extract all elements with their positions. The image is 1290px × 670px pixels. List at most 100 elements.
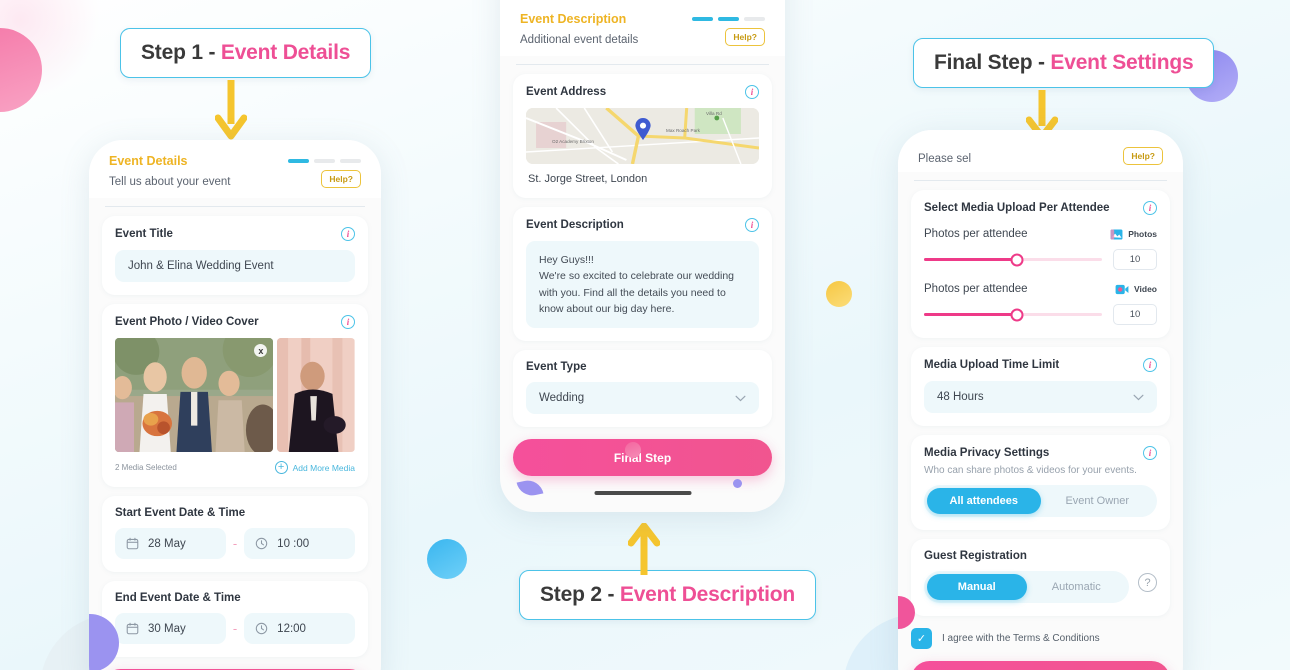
media-privacy-card: Media Privacy Settings i Who can share p… [911, 435, 1170, 530]
add-more-media-button[interactable]: + Add More Media [274, 461, 355, 474]
privacy-option-event-owner[interactable]: Event Owner [1041, 488, 1155, 514]
event-title-card: Event Title i John & Elina Wedding Event [102, 216, 368, 295]
start-date-input[interactable]: 28 May [115, 528, 226, 559]
media-privacy-label: Media Privacy Settings [924, 447, 1050, 459]
header-divider [914, 180, 1167, 181]
section-subtitle: Additional event details [520, 33, 639, 46]
terms-checkbox[interactable]: ✓ [911, 628, 932, 649]
photos-slider-knob[interactable] [1010, 253, 1024, 266]
clock-icon [255, 537, 268, 550]
time-limit-select[interactable]: 48 Hours [924, 381, 1157, 413]
event-description-label: Event Description [526, 219, 624, 231]
event-media-card: Event Photo / Video Cover i x 2 Media Se… [102, 304, 368, 487]
header-divider [105, 206, 365, 207]
create-event-button[interactable]: Create Event [911, 661, 1170, 670]
phone-mockup-step-1: Event Details Tell us about your event H… [89, 140, 381, 670]
media-thumbnail-primary[interactable]: x [115, 338, 274, 452]
info-icon[interactable]: i [745, 218, 759, 232]
photos-slider-kind: Photos [1128, 229, 1157, 239]
calendar-icon [126, 537, 139, 550]
phone-mockup-step-3: Please sel Help? Select Media Upload Per… [898, 130, 1183, 670]
calendar-icon [126, 622, 139, 635]
progress-indicator [692, 17, 765, 21]
video-slider-label: Photos per attendee [924, 283, 1028, 295]
guest-registration-toggle: Manual Automatic [924, 571, 1129, 603]
end-time-input[interactable]: 12:00 [244, 613, 355, 644]
video-slider-fill [924, 313, 1017, 316]
info-icon[interactable]: i [341, 227, 355, 241]
phone-3-screen: Please sel Help? Select Media Upload Per… [898, 130, 1183, 670]
header-divider [516, 64, 769, 65]
map-label: Villa Rd [706, 111, 722, 116]
add-more-media-label: Add More Media [292, 462, 355, 473]
end-date-label: End Event Date & Time [115, 592, 241, 604]
start-date-card: Start Event Date & Time 28 May - 10:00 [102, 496, 368, 572]
info-icon[interactable]: i [1143, 201, 1157, 215]
chevron-down-icon [735, 395, 746, 401]
date-separator: - [232, 536, 238, 551]
video-slider-knob[interactable] [1010, 308, 1024, 321]
event-address-label: Event Address [526, 86, 607, 98]
decor-dot-purple [733, 479, 742, 488]
registration-option-automatic[interactable]: Automatic [1027, 574, 1127, 600]
decor-circle-blue [427, 539, 467, 579]
help-button[interactable]: Help? [321, 170, 361, 188]
progress-segment-1 [692, 17, 713, 21]
callout-step-2-accent: Event Description [619, 583, 796, 606]
map-preview[interactable]: O2 Academy Brixton Max Roach Park Villa … [526, 108, 759, 164]
time-limit-card: Media Upload Time Limit i 48 Hours [911, 347, 1170, 426]
end-time-value: 12:00 [277, 622, 306, 635]
info-icon[interactable]: i [1143, 446, 1157, 460]
event-description-input[interactable]: Hey Guys!!! We're so excited to celebrat… [526, 241, 759, 329]
decor-leaf-purple [516, 477, 544, 499]
arrow-up-step-2 [628, 523, 660, 575]
start-time-value: 10 :00 [277, 537, 310, 550]
media-thumbnail-strip: x [115, 338, 355, 452]
video-value-box[interactable]: 10 [1113, 304, 1157, 325]
info-icon[interactable]: i [745, 85, 759, 99]
decor-circle-pink [0, 28, 42, 112]
media-upload-label: Select Media Upload Per Attendee [924, 202, 1110, 214]
start-date-label: Start Event Date & Time [115, 507, 246, 519]
event-type-card: Event Type Wedding [513, 350, 772, 428]
privacy-option-all-attendees[interactable]: All attendees [927, 488, 1041, 514]
media-privacy-toggle: All attendees Event Owner [924, 485, 1157, 517]
final-step-button[interactable]: Final Step [513, 439, 772, 477]
progress-segment-1 [288, 159, 309, 163]
question-icon[interactable]: ? [1138, 573, 1157, 592]
registration-option-manual[interactable]: Manual [927, 574, 1027, 600]
section-title: Event Details [109, 154, 188, 168]
end-date-value: 30 May [148, 622, 186, 635]
end-date-input[interactable]: 30 May [115, 613, 226, 644]
help-button[interactable]: Help? [1123, 147, 1163, 165]
event-type-select[interactable]: Wedding [526, 382, 759, 415]
progress-indicator [288, 159, 361, 163]
info-icon[interactable]: i [341, 315, 355, 329]
photos-value-box[interactable]: 10 [1113, 249, 1157, 270]
photos-slider-track[interactable] [924, 253, 1102, 266]
start-time-input[interactable]: 10 :00 [244, 528, 355, 559]
time-limit-label: Media Upload Time Limit [924, 359, 1060, 371]
event-title-input[interactable]: John & Elina Wedding Event [115, 250, 355, 282]
event-description-card: Event Description i Hey Guys!!! We're so… [513, 207, 772, 342]
phone-mockup-step-2: Create Event Next Event Description Addi… [500, 0, 785, 512]
info-icon[interactable]: i [1143, 358, 1157, 372]
phone-1-section-header: Event Details Tell us about your event H… [89, 140, 381, 198]
video-slider-track[interactable] [924, 308, 1102, 321]
section-title: Event Description [520, 12, 627, 26]
video-slider-row: Photos per attendee Video 10 [924, 283, 1157, 325]
clock-icon [255, 622, 268, 635]
plus-icon: + [274, 461, 288, 474]
event-type-value: Wedding [539, 392, 585, 405]
phone-3-section-header: Please sel Help? [898, 130, 1183, 172]
media-thumbnail-secondary[interactable] [277, 338, 355, 452]
callout-step-2-prefix: Step 2 - [540, 583, 620, 606]
start-date-value: 28 May [148, 537, 186, 550]
progress-segment-2 [718, 17, 739, 21]
map-label: O2 Academy Brixton [552, 139, 594, 144]
arrow-down-step-1 [215, 80, 247, 140]
video-slider-kind: Video [1134, 284, 1157, 294]
map-label: Max Roach Park [666, 128, 700, 133]
help-button[interactable]: Help? [725, 28, 765, 46]
phone-2-section-header: Event Description Additional event detai… [500, 0, 785, 56]
